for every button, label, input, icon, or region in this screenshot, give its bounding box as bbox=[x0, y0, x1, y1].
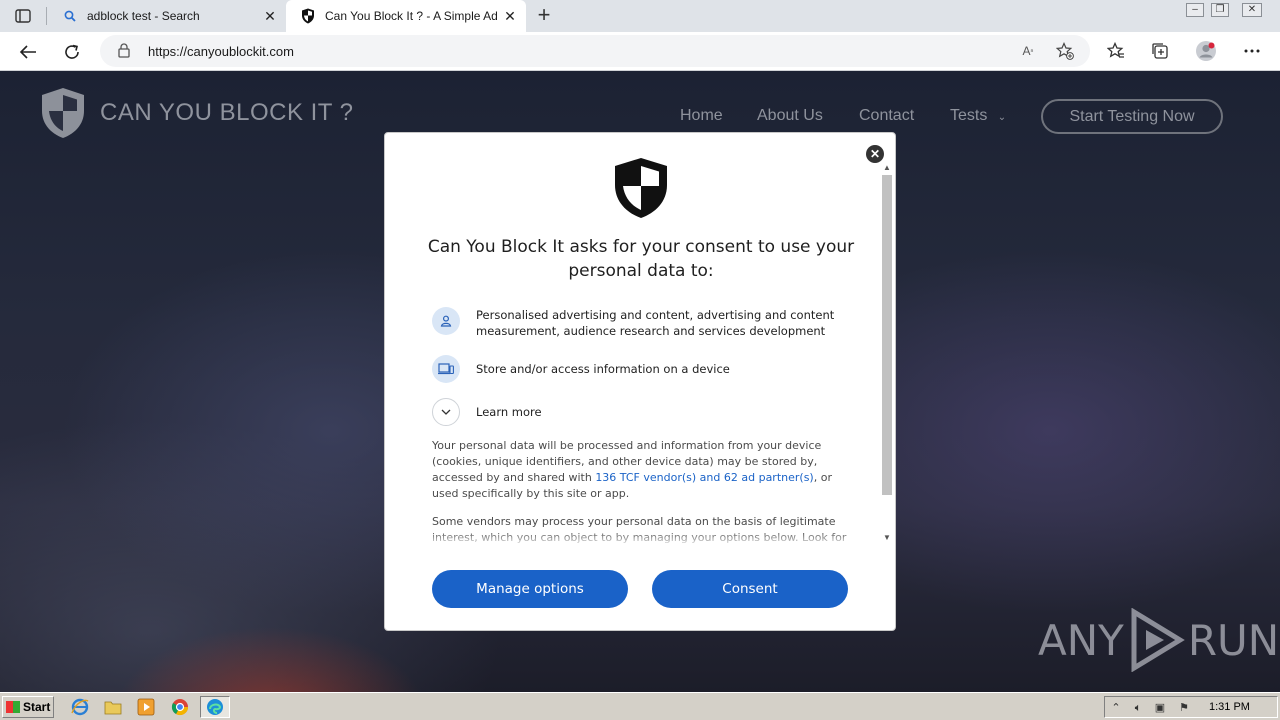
tab-search[interactable]: adblock test - Search ✕ bbox=[48, 0, 286, 32]
site-logo[interactable]: CAN YOU BLOCK IT ? bbox=[40, 87, 354, 139]
add-favorite-icon[interactable] bbox=[1055, 42, 1075, 60]
file-explorer-icon[interactable] bbox=[103, 697, 123, 717]
learn-more-toggle[interactable]: Learn more bbox=[432, 398, 852, 426]
edge-icon bbox=[207, 699, 223, 715]
start-label: Start bbox=[23, 700, 51, 714]
show-hidden-icons-icon[interactable]: ⌃ bbox=[1109, 701, 1123, 715]
close-tab-icon[interactable]: ✕ bbox=[262, 8, 278, 24]
navigation-bar: https://canyoublockit.com Aⁿ bbox=[0, 32, 1280, 71]
purpose-text: Personalised advertising and content, ad… bbox=[476, 308, 835, 338]
purpose-text: Store and/or access information on a dev… bbox=[476, 362, 730, 376]
consent-body-paragraph: Your personal data will be processed and… bbox=[432, 438, 850, 502]
watermark-right: RUN bbox=[1187, 615, 1280, 665]
scrollbar-thumb[interactable] bbox=[882, 175, 892, 495]
start-testing-button[interactable]: Start Testing Now bbox=[1041, 99, 1223, 134]
refresh-icon bbox=[65, 44, 79, 59]
more-menu-icon[interactable] bbox=[1241, 40, 1263, 62]
play-logo-icon bbox=[1131, 608, 1185, 672]
lock-icon[interactable] bbox=[118, 43, 130, 63]
minimize-button[interactable]: ‒ bbox=[1186, 3, 1204, 17]
windows-logo-icon bbox=[6, 701, 20, 713]
address-bar[interactable]: https://canyoublockit.com Aⁿ bbox=[100, 35, 1090, 67]
chevron-down-icon bbox=[432, 398, 460, 426]
consent-button[interactable]: Consent bbox=[652, 570, 848, 608]
restore-button[interactable]: ❐ bbox=[1211, 3, 1229, 17]
scroll-fade bbox=[432, 531, 852, 547]
tab-title: adblock test - Search bbox=[87, 9, 200, 23]
tab-title: Can You Block It ? - A Simple Ad Block T… bbox=[325, 9, 497, 23]
device-icon bbox=[432, 355, 460, 383]
back-button[interactable] bbox=[16, 40, 40, 64]
scroll-up-arrow-icon[interactable]: ▲ bbox=[882, 163, 892, 173]
volume-icon[interactable]: 🔈︎ bbox=[1131, 701, 1145, 715]
refresh-button[interactable] bbox=[60, 40, 84, 64]
system-tray: ⌃ 🔈︎ ▣ ⚑ 1:31 PM bbox=[1104, 696, 1278, 718]
internet-explorer-icon[interactable] bbox=[70, 697, 90, 717]
close-dialog-button[interactable]: ✕ bbox=[866, 145, 884, 163]
tab-actions-button[interactable] bbox=[8, 5, 38, 27]
site-shield-icon bbox=[42, 88, 84, 138]
site-brand: CAN YOU BLOCK IT ? bbox=[100, 99, 354, 126]
person-icon bbox=[432, 307, 460, 335]
media-player-icon[interactable] bbox=[136, 697, 156, 717]
scroll-down-arrow-icon[interactable]: ▼ bbox=[882, 533, 892, 543]
consent-dialog: ✕ ▲ ▼ Can You Block It asks for your con… bbox=[384, 132, 896, 631]
back-arrow-icon bbox=[19, 45, 36, 59]
url-text: https://canyoublockit.com bbox=[148, 44, 294, 59]
tab-bar: adblock test - Search ✕ Can You Block It… bbox=[0, 0, 1280, 32]
taskbar-clock[interactable]: 1:31 PM bbox=[1209, 701, 1250, 713]
nav-home[interactable]: Home bbox=[680, 107, 723, 125]
chrome-icon[interactable] bbox=[170, 697, 190, 717]
anyrun-watermark: ANY RUN bbox=[1038, 608, 1279, 672]
nav-about-us[interactable]: About Us bbox=[757, 107, 823, 125]
collections-icon[interactable] bbox=[1149, 40, 1171, 62]
vendors-link[interactable]: 136 TCF vendor(s) and 62 ad partner(s) bbox=[595, 471, 813, 484]
favorites-icon[interactable] bbox=[1105, 40, 1127, 62]
chevron-down-icon: ⌄ bbox=[997, 112, 1007, 123]
manage-options-button[interactable]: Manage options bbox=[432, 570, 628, 608]
tab-actions-icon bbox=[15, 9, 31, 23]
edge-taskbar-button[interactable] bbox=[200, 696, 230, 718]
shield-icon bbox=[300, 8, 316, 24]
watermark-left: ANY bbox=[1038, 615, 1124, 665]
purpose-store-access: Store and/or access information on a dev… bbox=[432, 355, 852, 383]
taskbar: Start ⌃ 🔈︎ ▣ ⚑ 1:31 PM bbox=[0, 692, 1280, 720]
network-icon[interactable]: ▣ bbox=[1153, 701, 1167, 715]
action-center-flag-icon[interactable]: ⚑ bbox=[1177, 701, 1191, 715]
nav-contact[interactable]: Contact bbox=[859, 107, 914, 125]
purpose-personalised-ads: Personalised advertising and content, ad… bbox=[432, 307, 852, 339]
start-button[interactable]: Start bbox=[2, 696, 54, 718]
close-window-button[interactable]: ✕ bbox=[1242, 3, 1262, 17]
profile-avatar-icon[interactable] bbox=[1195, 40, 1217, 62]
read-aloud-icon[interactable]: Aⁿ bbox=[1018, 42, 1038, 60]
search-icon bbox=[62, 8, 78, 24]
close-tab-icon[interactable]: ✕ bbox=[502, 8, 518, 24]
new-tab-button[interactable]: + bbox=[534, 4, 554, 28]
nav-tests-label: Tests bbox=[950, 107, 988, 124]
consent-title: Can You Block It asks for your consent t… bbox=[427, 237, 855, 281]
learn-more-label: Learn more bbox=[476, 405, 542, 419]
nav-tests[interactable]: Tests ⌄ bbox=[950, 107, 1006, 125]
shield-logo-icon bbox=[615, 158, 667, 218]
tab-canyoublockit[interactable]: Can You Block It ? - A Simple Ad Block T… bbox=[286, 0, 526, 32]
tab-separator bbox=[46, 7, 47, 25]
